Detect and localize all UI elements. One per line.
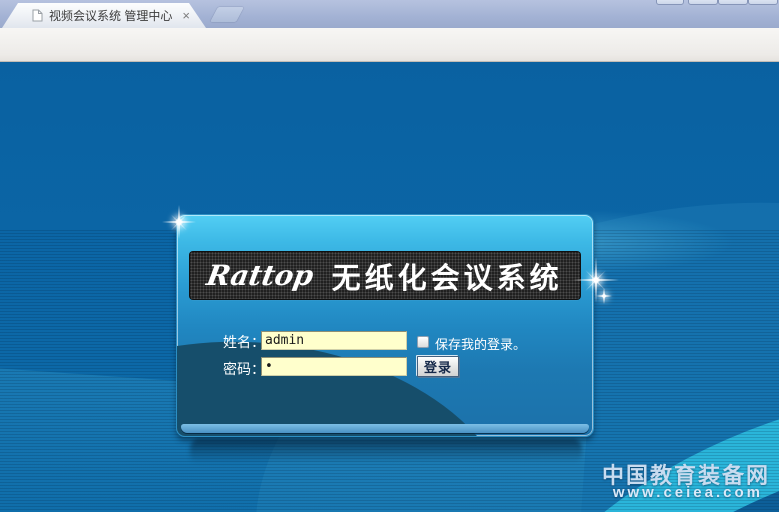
password-label: 密码： bbox=[223, 359, 265, 379]
browser-window: 视频会议系统 管理中心 × ← → 127.0.0.1/admin/privil… bbox=[0, 0, 779, 512]
watermark-site-url: www.ceiea.com bbox=[613, 484, 763, 501]
login-button[interactable]: 登录 bbox=[417, 356, 459, 377]
page-content: 中国教育装备网 www.ceiea.com Rattop 无纸化会议系统 姓名：… bbox=[0, 62, 779, 512]
new-tab-button[interactable] bbox=[210, 7, 244, 22]
browser-tab[interactable]: 视频会议系统 管理中心 × bbox=[2, 3, 206, 28]
login-panel: Rattop 无纸化会议系统 姓名： 保存我的登录。 密码： 登录 bbox=[176, 214, 594, 437]
window-maximize-button[interactable] bbox=[718, 0, 748, 5]
logo-bar: Rattop 无纸化会议系统 bbox=[190, 252, 580, 299]
username-label: 姓名： bbox=[223, 332, 265, 352]
sparkle-icon bbox=[162, 205, 196, 239]
tab-close-icon[interactable]: × bbox=[180, 9, 192, 22]
browser-toolbar: ← → 127.0.0.1/admin/privilege.php?act=lo… bbox=[0, 28, 779, 62]
username-input[interactable] bbox=[261, 331, 407, 350]
window-restore-button[interactable] bbox=[688, 0, 718, 5]
sparkle-icon bbox=[596, 288, 612, 304]
panel-footer-bar bbox=[181, 424, 589, 433]
tab-strip: 视频会议系统 管理中心 × bbox=[0, 0, 779, 28]
window-close-button[interactable] bbox=[748, 0, 778, 5]
brand-logo: Rattop bbox=[204, 259, 316, 292]
window-minimize-button[interactable] bbox=[656, 0, 684, 5]
tab-title: 视频会议系统 管理中心 bbox=[49, 7, 174, 24]
remember-checkbox[interactable] bbox=[417, 336, 429, 348]
password-input[interactable] bbox=[261, 357, 407, 376]
panel-reflection bbox=[190, 439, 582, 463]
remember-label: 保存我的登录。 bbox=[435, 334, 526, 353]
page-favicon bbox=[32, 9, 43, 22]
system-title: 无纸化会议系统 bbox=[332, 255, 563, 297]
